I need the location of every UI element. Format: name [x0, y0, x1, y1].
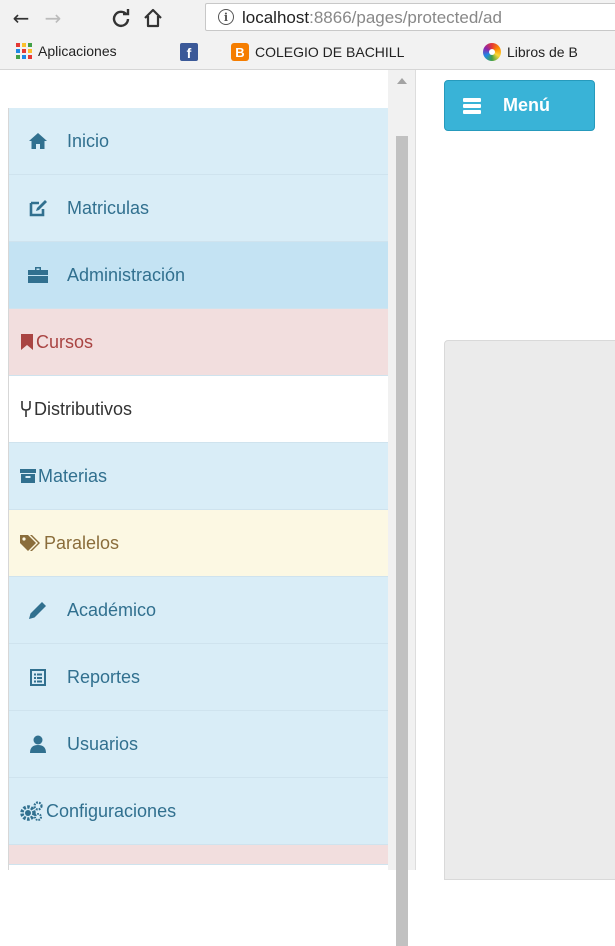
sidebar-item-materias[interactable]: Materias — [9, 443, 389, 510]
bookmark-aplicaciones[interactable]: Aplicaciones — [16, 43, 117, 59]
bookmark-icon — [20, 334, 34, 350]
url-text: localhost:8866/pages/protected/ad — [242, 8, 502, 27]
browser-toolbar: ← → i localhost:8866/pages/protected/ad — [0, 0, 615, 36]
forward-arrow-icon[interactable]: → — [40, 6, 66, 30]
pencil-icon — [25, 601, 51, 619]
sidebar-item-inicio[interactable]: Inicio — [9, 108, 389, 175]
flower-logo-icon — [483, 43, 501, 61]
info-icon[interactable]: i — [218, 9, 234, 25]
sidebar-menu: Inicio Matriculas Administración Cursos … — [8, 108, 389, 870]
scroll-up-arrow-icon[interactable] — [397, 78, 407, 84]
sidebar-item-distributivos[interactable]: Distributivos — [9, 376, 389, 443]
list-alt-icon — [25, 668, 51, 686]
sidebar-scrollbar[interactable] — [388, 70, 416, 946]
bookmark-colegio[interactable]: B COLEGIO DE BACHILL — [231, 43, 404, 61]
reload-icon[interactable] — [108, 6, 134, 30]
sidebar-item-paralelos[interactable]: Paralelos — [9, 510, 389, 577]
home-icon[interactable] — [140, 6, 166, 30]
content-panel — [444, 340, 615, 880]
edit-icon — [25, 199, 51, 217]
sidebar-item-reportes[interactable]: Reportes — [9, 644, 389, 711]
archive-icon — [20, 469, 36, 483]
sidebar-item-cursos[interactable]: Cursos — [9, 309, 389, 376]
bookmark-libros[interactable]: Libros de B — [483, 43, 578, 61]
scrollbar-thumb[interactable] — [396, 136, 408, 946]
menu-toggle-button[interactable]: Menú — [444, 80, 595, 131]
cogs-icon — [20, 801, 44, 821]
home-icon — [25, 133, 51, 149]
bookmark-facebook[interactable]: f — [180, 43, 198, 61]
back-arrow-icon[interactable]: ← — [8, 6, 34, 30]
address-bar[interactable]: i localhost:8866/pages/protected/ad — [205, 3, 615, 31]
bookmarks-bar: Aplicaciones f B COLEGIO DE BACHILL Libr… — [0, 36, 615, 70]
facebook-icon: f — [180, 43, 198, 61]
sidebar-item-matriculas[interactable]: Matriculas — [9, 175, 389, 242]
blogger-icon: B — [231, 43, 249, 61]
apps-grid-icon — [16, 43, 32, 59]
sidebar-item-configuraciones[interactable]: Configuraciones — [9, 778, 389, 845]
sidebar-item-usuarios[interactable]: Usuarios — [9, 711, 389, 778]
briefcase-icon — [25, 267, 51, 283]
user-icon — [25, 735, 51, 753]
fork-icon — [20, 401, 32, 417]
sidebar-item-administracion[interactable]: Administración — [9, 242, 389, 309]
hamburger-icon — [463, 97, 481, 114]
tags-icon — [20, 535, 42, 551]
sidebar-item-partial[interactable] — [9, 845, 389, 865]
sidebar-item-academico[interactable]: Académico — [9, 577, 389, 644]
